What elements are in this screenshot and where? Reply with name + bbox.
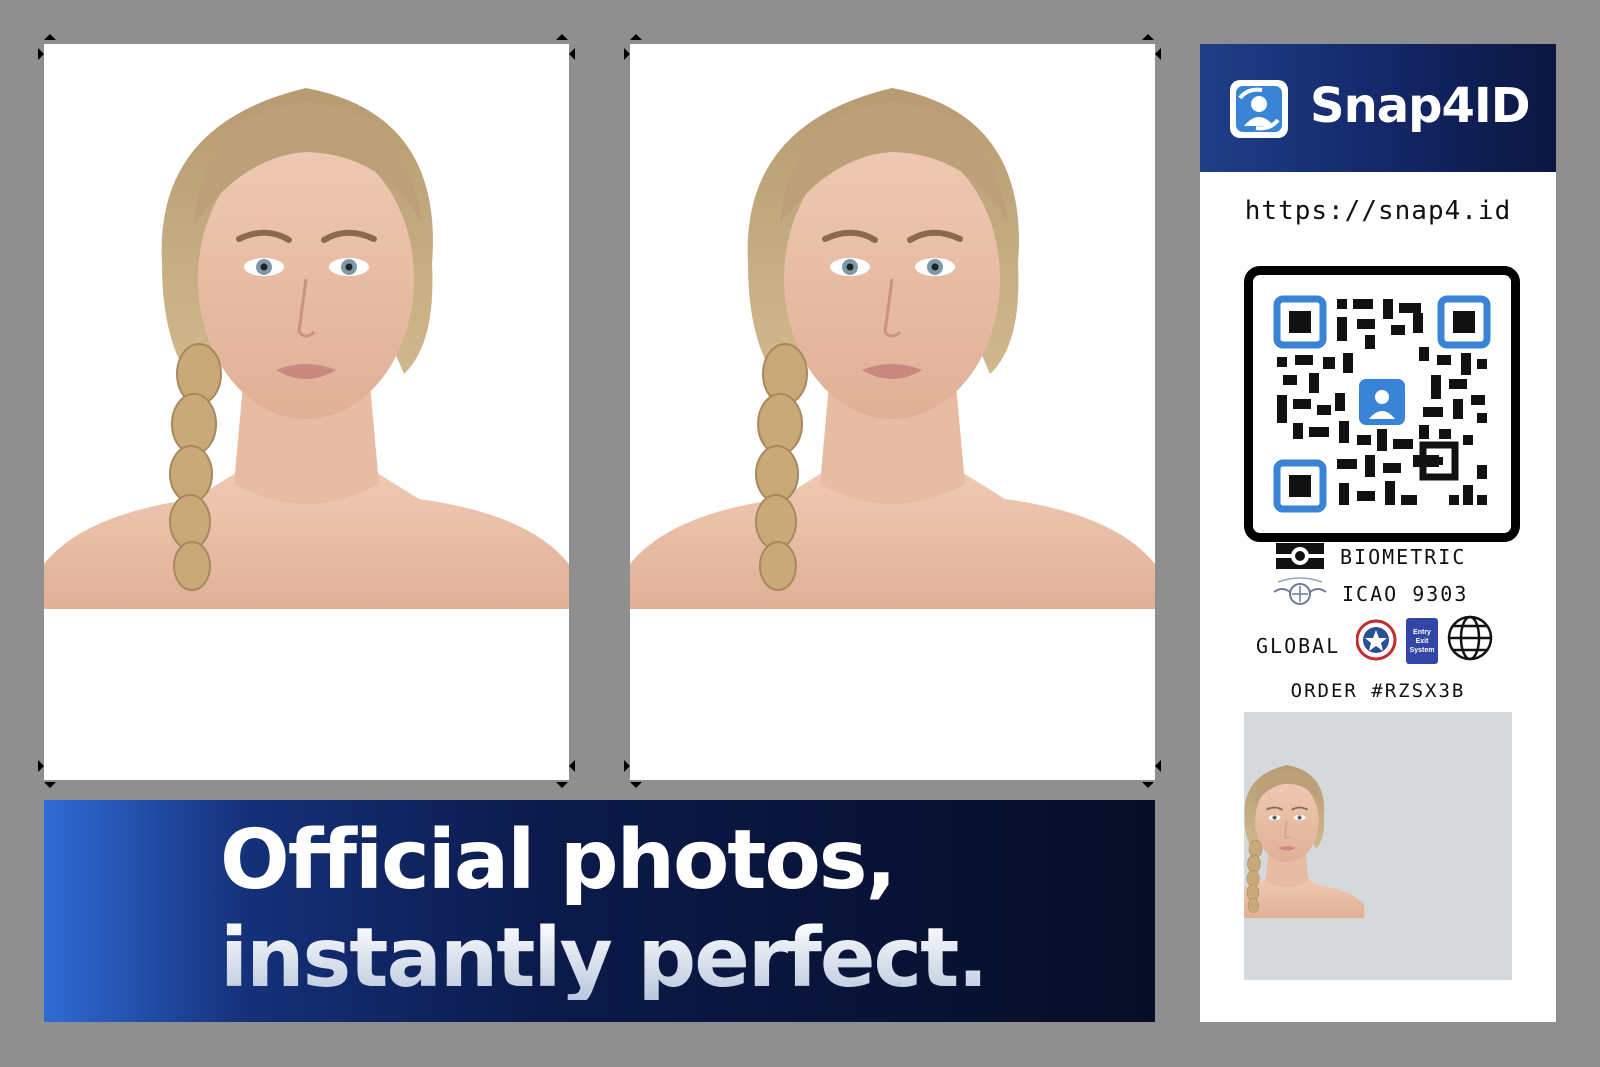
brand-name: Snap4ID [1310, 78, 1531, 134]
portrait-image [630, 44, 1155, 609]
passport-photo-2[interactable] [630, 44, 1155, 780]
globe-icon [1447, 615, 1493, 661]
star-seal-icon [1356, 619, 1397, 661]
ees-badge-icon: Entry Exit System [1406, 618, 1438, 664]
svg-text:System: System [1410, 647, 1435, 654]
brand-header: Snap4ID [1200, 44, 1556, 172]
thumbnail-portrait [1244, 764, 1366, 919]
photo-thumbnail[interactable] [1244, 712, 1512, 980]
banner-headline-line1: Official photos, [220, 813, 897, 908]
website-link[interactable]: https://snap4.id [1200, 196, 1556, 226]
qr-code [1273, 295, 1491, 513]
svg-text:Entry: Entry [1413, 629, 1431, 636]
feature-global: GLOBAL [1256, 634, 1341, 658]
camera-icon [1276, 543, 1324, 569]
feature-icao: ICAO 9303 [1342, 582, 1469, 606]
qr-code-frame[interactable] [1244, 266, 1520, 542]
svg-text:Exit: Exit [1416, 638, 1430, 645]
global-acceptance-icons: Entry Exit System [1356, 615, 1493, 664]
promo-banner: Official photos, instantly perfect. [44, 800, 1155, 1022]
banner-headline-line2: instantly perfect. [220, 911, 989, 1006]
icao-emblem-icon [1273, 577, 1327, 605]
feature-biometric: BIOMETRIC [1340, 545, 1467, 569]
portrait-image [44, 44, 569, 609]
qr-center-logo-icon [1355, 375, 1409, 429]
order-side-panel: Snap4ID https://snap4.id BIOMETRIC ICAO … [1200, 44, 1556, 1022]
snap4id-logo-icon [1230, 80, 1288, 138]
order-number: ORDER #RZSX3B [1290, 680, 1466, 702]
passport-photo-1[interactable] [44, 44, 569, 780]
